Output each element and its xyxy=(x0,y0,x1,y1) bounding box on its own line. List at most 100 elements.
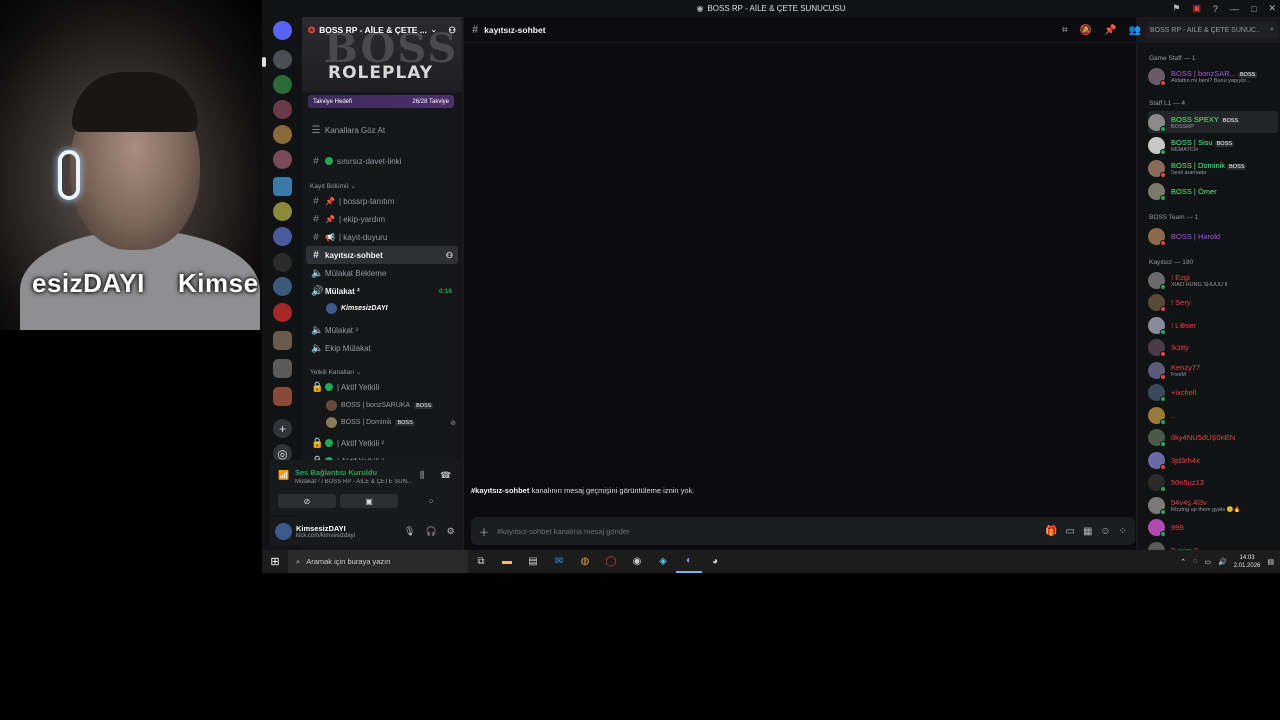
server-icon-4[interactable] xyxy=(273,125,292,144)
windows-start-icon[interactable]: ⊞ xyxy=(262,550,288,573)
maximize-button[interactable]: □ xyxy=(1251,4,1256,14)
minimize-button[interactable]: — xyxy=(1230,4,1239,14)
category-yetkili[interactable]: Yetkili Kanalları ⌄ xyxy=(310,368,361,376)
direct-messages-icon[interactable] xyxy=(273,21,292,40)
tray-app-icon[interactable]: ◌ xyxy=(1193,558,1197,565)
threads-icon[interactable]: ⌗ xyxy=(1062,25,1068,36)
steam-icon[interactable]: ◕ xyxy=(702,550,728,573)
file-explorer-icon[interactable]: ▬ xyxy=(494,550,520,573)
member-row[interactable]: BOSS | Harold xyxy=(1148,225,1278,247)
taskbar-search[interactable]: ⌕ Aramak için buraya yazın xyxy=(288,550,468,573)
opera-icon[interactable]: ◯ xyxy=(598,550,624,573)
channel-invite[interactable]: # sınırsız-davet-linki xyxy=(306,152,458,170)
voice-channel-path[interactable]: Mülakat ² / BOSS RP - AİLE & ÇETE SUN... xyxy=(295,479,420,485)
add-server-icon[interactable]: + xyxy=(273,419,292,438)
volume-icon[interactable]: 🔊 xyxy=(1218,558,1227,566)
member-list-icon[interactable]: 👥 xyxy=(1129,25,1141,36)
close-button[interactable]: ✕ xyxy=(1268,3,1276,14)
inbox-flag-icon[interactable]: ⚑ xyxy=(1172,3,1180,14)
settings-gear-icon[interactable]: ⚙ xyxy=(447,526,455,537)
disconnect-icon[interactable]: ☎ xyxy=(440,470,451,481)
member-row[interactable]: ? grim ? xyxy=(1148,539,1278,550)
member-row[interactable]: ! Ezgi XIAO HUNG SHUUU II xyxy=(1148,269,1278,291)
server-header[interactable]: ✪ BOSS RP - AİLE & ÇETE ... ⌄ ⚇ xyxy=(302,17,462,43)
member-row[interactable]: !k1tty xyxy=(1148,337,1278,359)
activities-button[interactable]: ⁘ xyxy=(402,494,460,508)
search-box[interactable]: ⌕ xyxy=(1146,22,1278,38)
game-launcher-icon[interactable]: ◈ xyxy=(650,550,676,573)
server-icon-7[interactable] xyxy=(273,202,292,221)
notification-bell-icon[interactable]: 🔕 xyxy=(1080,25,1092,36)
voice-ekip-mulakat[interactable]: 🔈 Ekip Mülakat xyxy=(306,339,458,357)
message-input[interactable] xyxy=(497,526,1038,536)
noise-suppression-icon[interactable]: ⫼ xyxy=(420,470,424,481)
server-icon-10[interactable] xyxy=(273,277,292,296)
voice-aktif-yetkili-2[interactable]: 🔒 | Aktif Yetkili ² xyxy=(306,434,458,452)
notification-icon[interactable]: ▤ xyxy=(1267,558,1274,566)
browse-channels[interactable]: ☰ Kanallara Göz At xyxy=(306,121,458,139)
member-row[interactable]: 0ky4NU5dÜŞ0nEN xyxy=(1148,427,1278,449)
member-row[interactable]: BOSS | Sisu BOSS REMATCH xyxy=(1148,134,1278,156)
emoji-icon[interactable]: ☺ xyxy=(1100,526,1110,537)
store-icon[interactable]: ▤ xyxy=(520,550,546,573)
member-row[interactable]: ! Sery xyxy=(1148,292,1278,314)
pinned-icon[interactable]: 📌 xyxy=(1104,25,1116,36)
member-row[interactable]: ! L⊕ser xyxy=(1148,314,1278,336)
server-icon-8[interactable] xyxy=(273,227,292,246)
server-icon-9[interactable] xyxy=(273,253,292,272)
channel-kayitsiz-sohbet[interactable]: # kayıtsız-sohbet ⚇ xyxy=(306,246,458,264)
server-folder-1[interactable] xyxy=(273,331,292,350)
member-row[interactable]: 50n5uz13 xyxy=(1148,472,1278,494)
server-icon-11[interactable] xyxy=(273,303,292,322)
help-icon[interactable]: ? xyxy=(1213,4,1218,14)
apps-icon[interactable]: ⁘ xyxy=(1119,526,1127,537)
server-icon-5[interactable] xyxy=(273,150,292,169)
member-row[interactable]: BOSS | bonzSAR... BOSS Aldattın mı beni?… xyxy=(1148,65,1278,87)
mail-icon[interactable]: ✉ xyxy=(546,550,572,573)
server-icon-2[interactable] xyxy=(273,75,292,94)
chrome-icon[interactable]: ◍ xyxy=(572,550,598,573)
chevron-up-icon[interactable]: ⌃ xyxy=(1180,558,1186,566)
user-name[interactable]: KimsesizDAYI xyxy=(296,524,396,533)
gift-icon[interactable]: 🎁 xyxy=(1045,526,1057,537)
add-member-icon[interactable]: ⚇ xyxy=(448,25,456,36)
server-icon-1[interactable] xyxy=(273,50,292,69)
voice-user-row[interactable]: BOSS | Dominik BOSS ⊘ xyxy=(326,415,456,430)
voice-mulakat-bekleme[interactable]: 🔈 Mülakat Bekleme xyxy=(306,264,458,282)
server-folder-2[interactable] xyxy=(273,359,292,378)
member-row[interactable]: BOSS | Dominik BOSS Sesli aramada xyxy=(1148,157,1278,179)
clock[interactable]: 14:03 2.01.2026 xyxy=(1234,554,1261,570)
channel-duyuru[interactable]: # 📢 | kayıt-duyuru xyxy=(306,228,458,246)
channel-tanitim[interactable]: # 📌 | bossrp-tanıtım xyxy=(306,192,458,210)
plus-icon[interactable]: ＋ xyxy=(479,524,489,539)
search-input[interactable] xyxy=(1150,26,1260,34)
server-icon-3[interactable] xyxy=(273,100,292,119)
member-row[interactable]: BOSS SPEXY BOSS BOSSRP xyxy=(1148,111,1278,133)
voice-user-row[interactable]: BOSS | bonzSARUKA BOSS xyxy=(326,398,434,413)
gif-icon[interactable]: ▭ xyxy=(1065,526,1074,537)
voice-aktif-yetkili[interactable]: 🔒 | Aktif Yetkili xyxy=(306,378,458,396)
voice-mulakat-3[interactable]: 🔈 Mülakat ³ xyxy=(306,321,458,339)
add-member-icon[interactable]: ⚇ xyxy=(446,251,453,260)
voice-user-row[interactable]: KimsesizDAYI xyxy=(326,301,388,316)
member-row[interactable]: .. xyxy=(1148,404,1278,426)
camera-off-button[interactable]: ⊘ xyxy=(278,494,336,508)
member-row[interactable]: Kenzy77 FiveM xyxy=(1148,359,1278,381)
avatar[interactable] xyxy=(275,522,292,540)
microphone-icon[interactable]: 🎙 xyxy=(404,526,415,537)
member-row[interactable]: 3jd3rh4x xyxy=(1148,449,1278,471)
server-icon-6[interactable] xyxy=(273,177,292,196)
channel-yardim[interactable]: # 📌 | ekip-yardım xyxy=(306,210,458,228)
obs-icon[interactable]: ◉ xyxy=(624,550,650,573)
sticker-icon[interactable]: ▦ xyxy=(1083,526,1092,537)
headphones-icon[interactable]: 🎧 xyxy=(425,526,436,537)
member-row[interactable]: 54v4ş.4l3v Rizzing up them gyats 😊🔥 xyxy=(1148,494,1278,516)
member-row[interactable]: BOSS | Ömer xyxy=(1148,180,1278,202)
task-view-icon[interactable]: ⧉ xyxy=(468,550,494,573)
boost-goal-bar[interactable]: Takviye Hedefi 26/28 Takviye xyxy=(308,95,454,108)
member-row[interactable]: +ixchell xyxy=(1148,382,1278,404)
category-kayit[interactable]: Kayıt Bölümü ⌄ xyxy=(310,182,356,190)
server-folder-3[interactable] xyxy=(273,387,292,406)
discord-taskbar-icon[interactable]: ◐ xyxy=(676,550,702,573)
screen-share-icon[interactable]: ▣ xyxy=(1192,3,1201,14)
